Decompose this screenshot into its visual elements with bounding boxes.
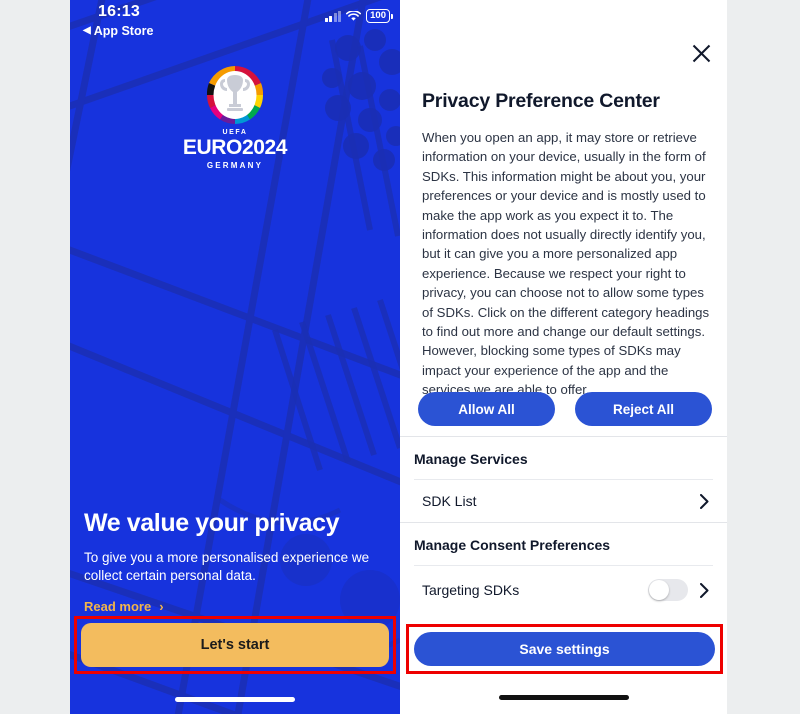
reject-all-button[interactable]: Reject All: [575, 392, 712, 426]
privacy-hero: We value your privacy To give you a more…: [84, 509, 386, 616]
toggle-knob: [649, 580, 669, 600]
chevron-right-icon: [700, 493, 709, 509]
euro-country: GERMANY: [206, 161, 264, 171]
lets-start-button[interactable]: Let's start: [81, 623, 389, 667]
home-indicator: [498, 695, 629, 700]
privacy-preference-center-sheet: Privacy Preference Center When you open …: [400, 0, 727, 714]
lets-start-annotation-box: Let's start: [74, 616, 396, 674]
cellular-signal-icon: [324, 10, 342, 22]
uefa-label: UEFA: [222, 129, 248, 136]
close-button[interactable]: [692, 44, 711, 63]
euro-2024-logo: UEFA EURO2024 GERMANY: [70, 64, 400, 170]
row-label: Targeting SDKs: [422, 582, 520, 598]
status-indicators: 100: [324, 9, 393, 23]
battery-icon: 100: [366, 9, 393, 23]
back-to-app-store-link[interactable]: ◀ App Store: [83, 24, 153, 38]
save-settings-button[interactable]: Save settings: [414, 632, 715, 666]
onboarding-screen: 16:13 ◀ App Store 100 UEFA EURO2024 GERM…: [70, 0, 400, 714]
row-targeting-sdks[interactable]: Targeting SDKs: [414, 565, 713, 614]
status-bar: 16:13 ◀ App Store 100: [70, 0, 400, 46]
allow-all-button[interactable]: Allow All: [418, 392, 555, 426]
chevron-right-icon: [700, 582, 709, 598]
read-more-link[interactable]: Read more ›: [84, 599, 164, 614]
section-heading-manage-services: Manage Services: [400, 436, 727, 479]
screenshot-stage: 16:13 ◀ App Store 100 UEFA EURO2024 GERM…: [0, 0, 800, 714]
back-caret-icon: ◀: [83, 25, 91, 36]
hero-title: We value your privacy: [84, 509, 340, 538]
euro-2024-trophy-emblem: [206, 66, 264, 124]
page-title: Privacy Preference Center: [422, 90, 660, 112]
row-sdk-list[interactable]: SDK List: [414, 479, 713, 522]
targeting-sdks-toggle[interactable]: [648, 579, 688, 601]
chevron-right-icon: ›: [159, 599, 164, 614]
section-heading-manage-consent-preferences: Manage Consent Preferences: [400, 522, 727, 565]
row-label: SDK List: [422, 493, 477, 509]
read-more-label: Read more: [84, 599, 152, 614]
home-indicator: [175, 697, 295, 702]
save-settings-annotation-box: Save settings: [406, 624, 723, 674]
back-link-label: App Store: [93, 24, 154, 38]
euro-title: EURO2024: [182, 136, 288, 159]
wifi-icon: [346, 10, 362, 21]
status-time: 16:13: [98, 3, 140, 20]
close-icon[interactable]: [692, 44, 711, 63]
privacy-body-text: When you open an app, it may store or re…: [422, 130, 710, 398]
consent-actions: Allow All Reject All: [418, 392, 712, 426]
hero-subtitle: To give you a more personalised experien…: [84, 550, 370, 584]
